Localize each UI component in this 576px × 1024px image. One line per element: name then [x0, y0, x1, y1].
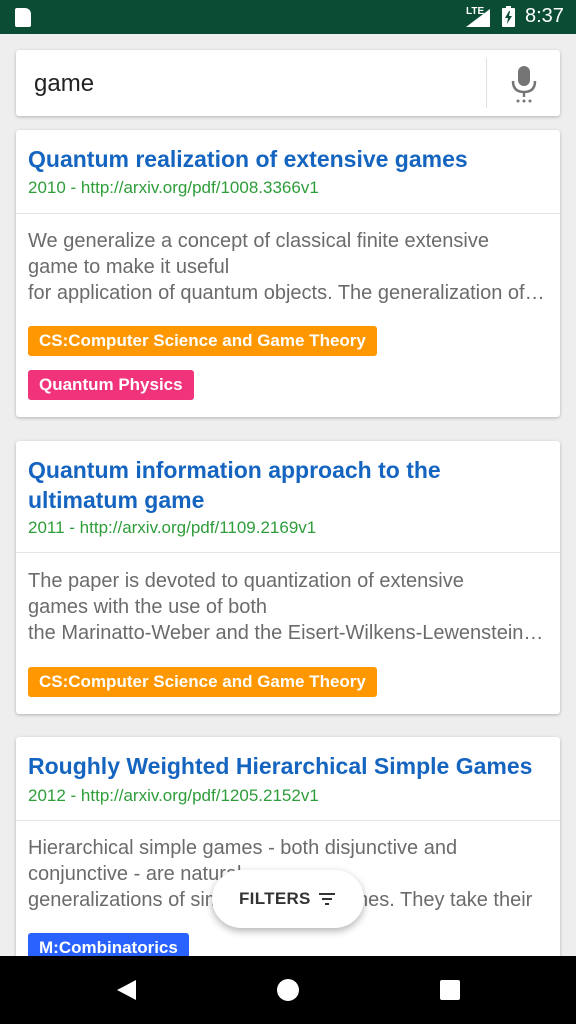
navigation-bar — [0, 956, 576, 1024]
mic-icon[interactable] — [506, 64, 542, 104]
category-tag[interactable]: CS:Computer Science and Game Theory — [28, 667, 377, 697]
search-input[interactable] — [34, 70, 474, 98]
result-meta[interactable]: 2012 - http://arxiv.org/pdf/1205.2152v1 — [28, 786, 319, 806]
result-abstract: The paper is devoted to quantization of … — [28, 568, 548, 646]
card-divider — [16, 820, 560, 821]
abstract-line: We generalize a concept of classical fin… — [28, 230, 489, 252]
category-tag[interactable]: Quantum Physics — [28, 370, 194, 400]
result-title-line: Quantum information approach to the — [28, 457, 441, 483]
abstract-line: The paper is devoted to quantization of … — [28, 570, 464, 592]
search-divider — [486, 58, 487, 108]
result-title[interactable]: Quantum realization of extensive games — [28, 144, 552, 174]
result-meta[interactable]: 2011 - http://arxiv.org/pdf/1109.2169v1 — [28, 518, 316, 538]
recents-icon[interactable] — [438, 978, 462, 1002]
status-bar: LTE 8:37 — [0, 0, 576, 34]
result-meta[interactable]: 2010 - http://arxiv.org/pdf/1008.3366v1 — [28, 178, 319, 198]
result-card[interactable]: Quantum realization of extensive games 2… — [16, 130, 560, 417]
clock: 8:37 — [525, 5, 564, 27]
result-abstract: We generalize a concept of classical fin… — [28, 228, 548, 306]
home-icon[interactable] — [276, 978, 300, 1002]
filters-label: FILTERS — [239, 889, 311, 908]
abstract-line: game to make it useful — [28, 256, 230, 278]
category-tag[interactable]: CS:Computer Science and Game Theory — [28, 326, 377, 356]
abstract-line: for application of quantum objects. The … — [28, 282, 548, 304]
result-card[interactable]: Quantum information approach to the ulti… — [16, 441, 560, 714]
filters-button[interactable]: FILTERS — [212, 870, 364, 928]
abstract-line: Hierarchical simple games - both disjunc… — [28, 837, 458, 859]
abstract-line: games with the use of both — [28, 596, 268, 618]
result-title[interactable]: Roughly Weighted Hierarchical Simple Gam… — [28, 751, 552, 781]
card-divider — [16, 552, 560, 553]
result-title-line: ultimatum game — [28, 487, 205, 513]
battery-icon — [502, 6, 515, 27]
filter-icon — [319, 893, 335, 905]
abstract-line: the Marinatto-Weber and the Eisert-Wilke… — [28, 622, 548, 644]
sd-card-icon — [15, 8, 31, 27]
card-divider — [16, 213, 560, 214]
search-bar — [16, 50, 560, 116]
signal-icon — [466, 9, 490, 27]
back-icon[interactable] — [114, 978, 138, 1002]
result-title[interactable]: Quantum information approach to the ulti… — [28, 455, 552, 515]
